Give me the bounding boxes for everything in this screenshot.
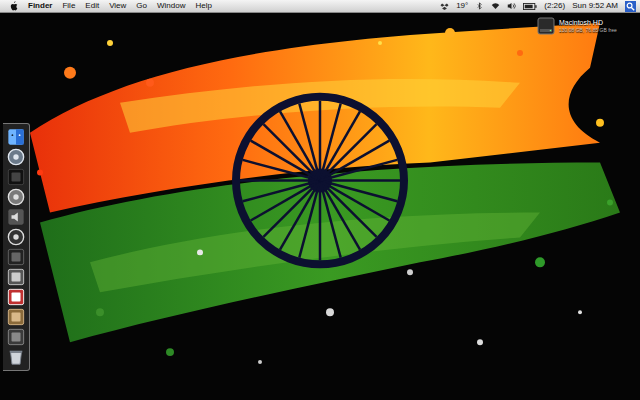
- menu-bar: Finder File Edit View Go Window Help 19° (2:2…: [0, 0, 640, 13]
- dock-app-icon[interactable]: [7, 128, 25, 146]
- wallpaper-image: [0, 13, 640, 400]
- menu-item[interactable]: Edit: [85, 1, 99, 11]
- dock-app-icon[interactable]: [7, 228, 25, 246]
- bluetooth-icon[interactable]: [475, 2, 484, 10]
- dock: [3, 123, 30, 371]
- dock-app-icon[interactable]: [7, 328, 25, 346]
- dock-app-icon[interactable]: [7, 208, 25, 226]
- desktop-icon[interactable]: Macintosh HD 130.08 GB, 76.85 GB free: [536, 16, 617, 36]
- dock-app-icon[interactable]: [7, 288, 25, 306]
- app-menu[interactable]: Finder: [28, 1, 52, 11]
- menu-item[interactable]: View: [109, 1, 126, 11]
- spotlight-icon[interactable]: [625, 1, 636, 12]
- menu-item[interactable]: Go: [136, 1, 147, 11]
- menu-item[interactable]: Help: [195, 1, 211, 11]
- battery-icon[interactable]: [523, 3, 537, 10]
- screen: Finder File Edit View Go Window Help 19° (2:2…: [0, 0, 640, 400]
- menu-item[interactable]: File: [62, 1, 75, 11]
- menu-item[interactable]: Window: [157, 1, 185, 11]
- dock-app-icon[interactable]: [7, 248, 25, 266]
- dock-app-icon[interactable]: [7, 148, 25, 166]
- hard-drive-icon: [536, 16, 556, 36]
- apple-icon[interactable]: [10, 1, 18, 11]
- dock-app-icon[interactable]: [7, 268, 25, 286]
- dock-app-icon[interactable]: [7, 188, 25, 206]
- desktop-icon-info: 130.08 GB, 76.85 GB free: [559, 27, 617, 34]
- battery-time[interactable]: (2:26): [544, 1, 565, 11]
- dropbox-icon[interactable]: [440, 2, 449, 10]
- dock-app-icon[interactable]: [7, 168, 25, 186]
- weather-reading[interactable]: 19°: [456, 1, 468, 11]
- dock-app-icon[interactable]: [7, 308, 25, 326]
- clock[interactable]: Sun 9:52 AM: [572, 1, 618, 11]
- dock-app-icon[interactable]: [7, 348, 25, 366]
- desktop: Macintosh HD 130.08 GB, 76.85 GB free: [0, 13, 640, 400]
- volume-icon[interactable]: [507, 2, 516, 10]
- desktop-icon-label: Macintosh HD: [559, 18, 617, 27]
- chakra-icon: [236, 97, 404, 265]
- wifi-icon[interactable]: [491, 2, 500, 10]
